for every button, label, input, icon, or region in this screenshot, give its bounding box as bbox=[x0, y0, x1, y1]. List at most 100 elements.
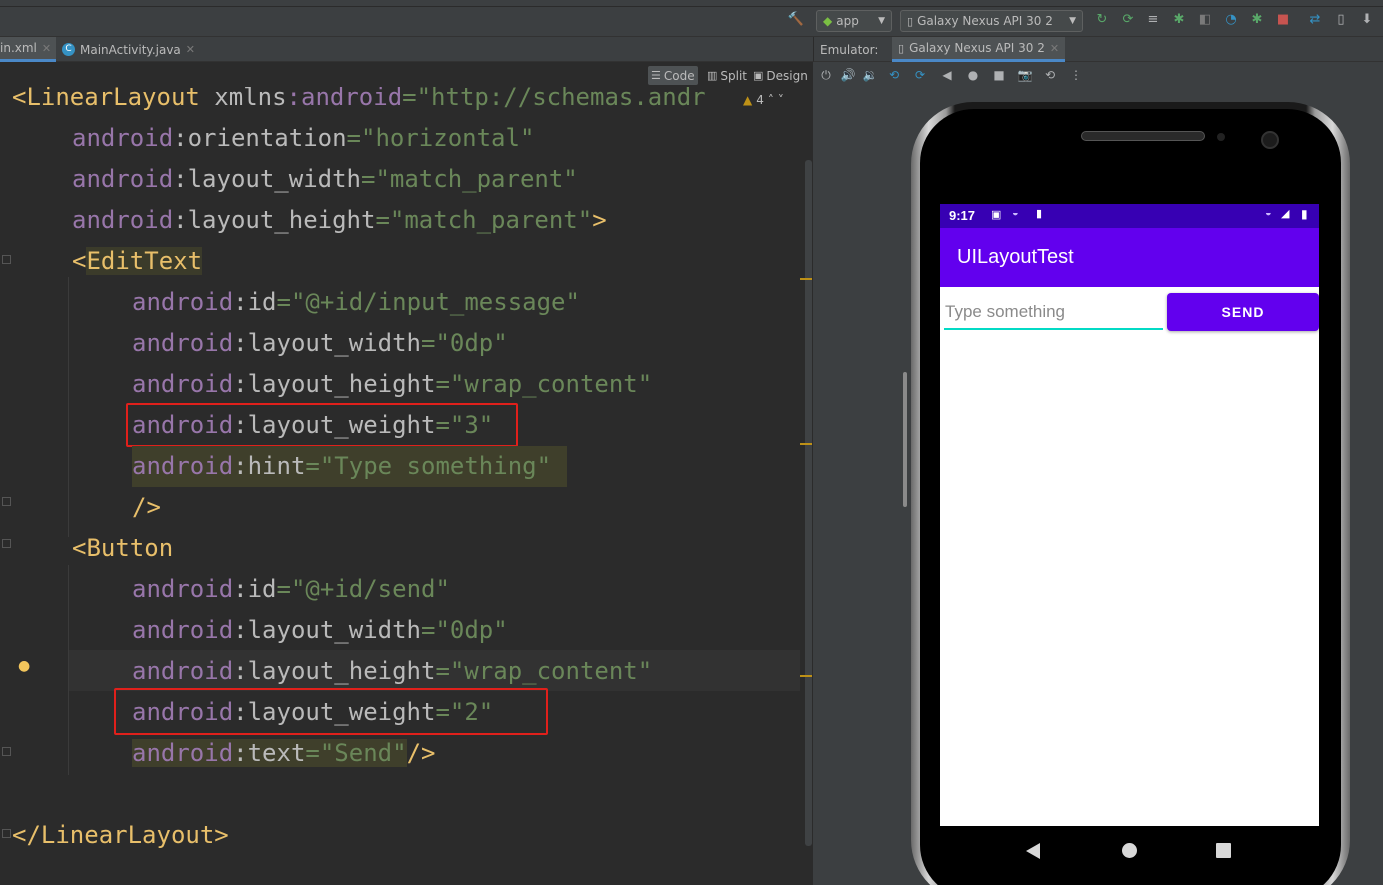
split-mode-button[interactable]: ▥ Split bbox=[704, 66, 750, 85]
tab-label: MainActivity.java bbox=[80, 42, 181, 57]
nav-home-icon[interactable] bbox=[1122, 843, 1137, 858]
close-icon[interactable]: ✕ bbox=[1050, 42, 1059, 55]
split-icon: ▥ bbox=[707, 69, 718, 82]
code-mode-label: Code bbox=[663, 68, 695, 83]
attr-name: :hint bbox=[233, 452, 306, 480]
attr-value: "@+id/input_message" bbox=[290, 288, 580, 316]
fold-marker[interactable] bbox=[2, 829, 11, 838]
hammer-icon[interactable]: 🔨 bbox=[787, 11, 805, 29]
device-screen[interactable]: 9:17 ▣ ◒ ▮ ◒ ◢ ▮ UILayoutTest Type somet… bbox=[940, 204, 1319, 826]
send-button[interactable]: SEND bbox=[1167, 293, 1319, 331]
run-config-select[interactable]: ◆ app ▼ bbox=[816, 10, 892, 32]
fold-marker[interactable] bbox=[2, 497, 11, 506]
design-mode-button[interactable]: ▣ Design bbox=[750, 66, 811, 85]
attach-debugger-icon[interactable]: ◧ bbox=[1196, 11, 1214, 29]
overview-icon[interactable]: ■ bbox=[991, 67, 1007, 83]
tag-name-button: Button bbox=[86, 534, 174, 562]
attr-value: "match_parent" bbox=[389, 206, 593, 234]
sync-icon[interactable]: ⇄ bbox=[1306, 11, 1324, 29]
phone-sensor bbox=[1217, 133, 1225, 141]
warning-stripe-mark[interactable] bbox=[800, 278, 812, 280]
volume-up-icon[interactable]: 🔊 bbox=[840, 67, 856, 83]
debug-icon[interactable]: ✱ bbox=[1170, 11, 1188, 29]
attr-name: :layout_height bbox=[233, 657, 436, 685]
snapshot-icon[interactable]: ⟲ bbox=[1042, 67, 1058, 83]
attr-name: :layout_height bbox=[233, 370, 436, 398]
home-icon[interactable]: ● bbox=[965, 67, 981, 83]
close-icon[interactable]: ✕ bbox=[186, 43, 195, 56]
attr-ns: android bbox=[132, 657, 234, 685]
attr-name: :text bbox=[233, 739, 306, 767]
warning-stripe-mark[interactable] bbox=[800, 443, 812, 445]
bug-icon[interactable]: ✱ bbox=[1248, 11, 1266, 29]
tab-emulator-device[interactable]: ▯ Galaxy Nexus API 30 2 ✕ bbox=[892, 37, 1066, 62]
stop-icon[interactable]: ■ bbox=[1274, 11, 1292, 29]
attr-ns: android bbox=[132, 288, 234, 316]
device-select[interactable]: ▯ Galaxy Nexus API 30 2 ▼ bbox=[900, 10, 1083, 32]
warning-stripe-mark[interactable] bbox=[800, 675, 812, 677]
nav-overview-icon[interactable] bbox=[1216, 843, 1231, 858]
attr-value: "match_parent" bbox=[375, 165, 578, 193]
power-icon[interactable]: ⏻ bbox=[818, 67, 834, 83]
rotate-right-icon[interactable]: ⟳ bbox=[912, 67, 928, 83]
chevron-down-icon[interactable]: ˅ bbox=[778, 93, 784, 107]
editor-scrollbar[interactable] bbox=[805, 160, 812, 846]
equals: = bbox=[421, 329, 436, 357]
attr-ns: android bbox=[72, 206, 174, 234]
tag-bracket: < bbox=[72, 247, 87, 275]
attr-value: "wrap_content" bbox=[449, 657, 653, 685]
wifi-question-icon: ◒ bbox=[1012, 207, 1019, 219]
fold-marker[interactable] bbox=[2, 539, 11, 548]
device-manager-icon[interactable]: ▯ bbox=[1332, 11, 1350, 29]
camera-icon[interactable]: 📷 bbox=[1017, 67, 1033, 83]
inspection-widget[interactable]: ▲ 4 ˄ ˅ bbox=[743, 93, 784, 107]
code-lines-icon: ☰ bbox=[651, 69, 661, 82]
equals: = bbox=[276, 288, 291, 316]
code-line-14: android:layout_width="0dp" bbox=[132, 610, 508, 651]
code-line-6: android:id="@+id/input_message" bbox=[132, 282, 580, 323]
xmlns-attr: xmlns bbox=[214, 87, 287, 111]
code-line-1: <LinearLayout xmlns:android="http://sche… bbox=[12, 87, 706, 118]
attr-name: :layout_width bbox=[233, 616, 421, 644]
nav-back-icon[interactable] bbox=[1026, 843, 1040, 859]
fold-marker[interactable] bbox=[2, 255, 11, 264]
apply-changes-icon[interactable]: ⟳ bbox=[1119, 11, 1137, 29]
more-options-icon[interactable]: ⋮ bbox=[1068, 67, 1084, 83]
sd-card-icon: ▮ bbox=[1036, 208, 1043, 220]
attr-name: :layout_width bbox=[173, 165, 361, 193]
device-select-label: Galaxy Nexus API 30 2 bbox=[917, 14, 1053, 28]
tab-activity-main-xml[interactable]: in.xml ✕ bbox=[0, 37, 56, 62]
phone-icon: ▯ bbox=[898, 41, 905, 55]
rotate-left-icon[interactable]: ⟲ bbox=[886, 67, 902, 83]
attr-name: :id bbox=[233, 288, 277, 316]
volume-down-icon[interactable]: 🔉 bbox=[862, 67, 878, 83]
code-line-15: android:layout_height="wrap_content" bbox=[132, 651, 652, 692]
attr-value: "0dp" bbox=[435, 616, 508, 644]
equals: = bbox=[276, 575, 291, 603]
chevron-up-icon[interactable]: ˄ bbox=[768, 93, 774, 107]
editor-mode-bar: ☰ Code ▥ Split ▣ Design bbox=[0, 62, 813, 87]
rerun-icon[interactable]: ↻ bbox=[1093, 11, 1111, 29]
close-icon[interactable]: ✕ bbox=[42, 42, 51, 55]
logcat-icon[interactable]: ≡ bbox=[1144, 11, 1162, 29]
indent-guide bbox=[68, 277, 69, 537]
attr-value: "horizontal" bbox=[361, 124, 535, 152]
sdk-manager-icon[interactable]: ⬇ bbox=[1358, 11, 1376, 29]
attr-name: :layout_height bbox=[173, 206, 376, 234]
code-editor[interactable]: <LinearLayout xmlns:android="http://sche… bbox=[0, 87, 813, 885]
phone-camera bbox=[1261, 131, 1279, 149]
tab-main-activity-java[interactable]: C MainActivity.java ✕ bbox=[62, 37, 202, 62]
phone-icon: ▯ bbox=[907, 14, 914, 28]
app-bar: UILayoutTest bbox=[940, 228, 1319, 287]
message-input[interactable]: Type something bbox=[944, 292, 1163, 330]
profiler-icon[interactable]: ◔ bbox=[1222, 11, 1240, 29]
design-mode-label: Design bbox=[766, 68, 808, 83]
equals: = bbox=[435, 657, 450, 685]
back-icon[interactable]: ◀ bbox=[939, 67, 955, 83]
toolbar-divider bbox=[0, 6, 1383, 7]
code-mode-button[interactable]: ☰ Code bbox=[648, 66, 698, 85]
tab-label: Galaxy Nexus API 30 2 bbox=[909, 41, 1045, 55]
code-line-10: android:hint="Type something" bbox=[132, 446, 567, 487]
fold-marker[interactable] bbox=[2, 747, 11, 756]
lightbulb-icon[interactable]: ● bbox=[18, 657, 32, 675]
